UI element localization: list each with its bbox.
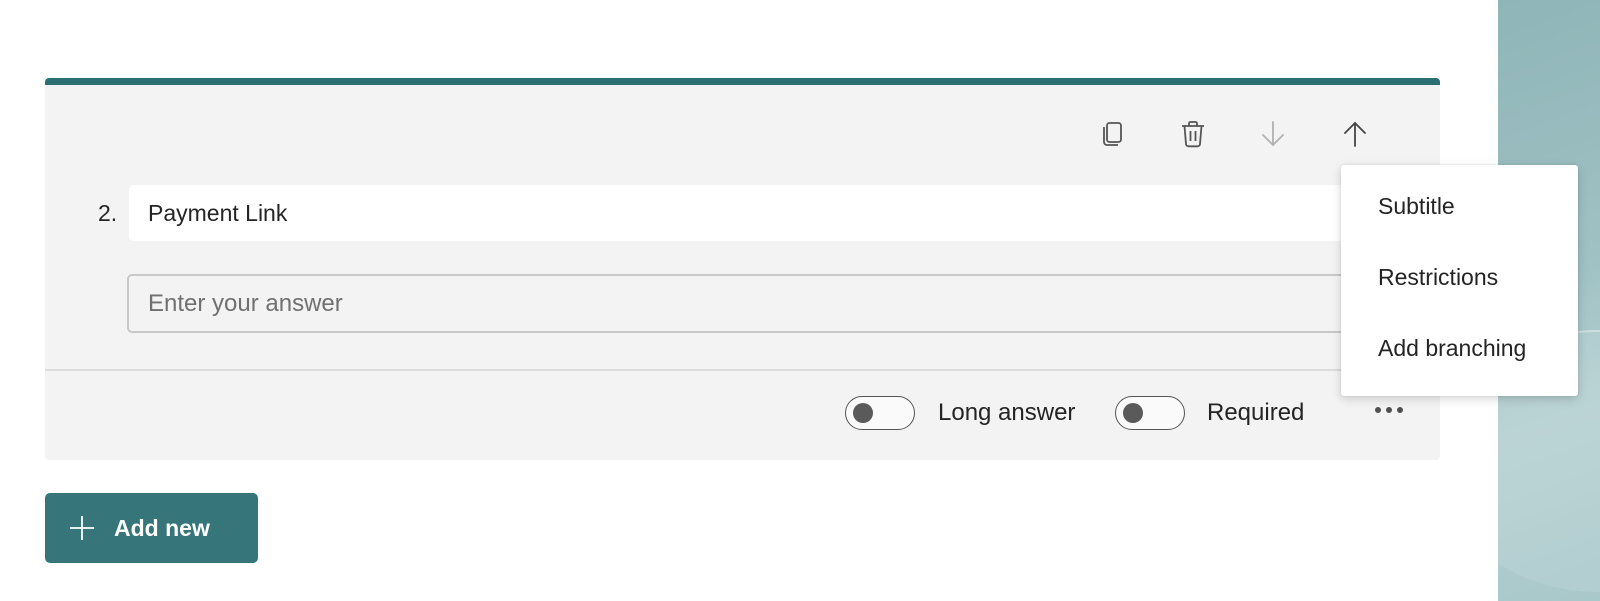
card-accent-bar [45, 78, 1440, 85]
delete-icon [1182, 121, 1204, 148]
toggle-knob [853, 403, 873, 423]
move-down-button[interactable] [1253, 114, 1293, 154]
copy-button[interactable] [1093, 114, 1133, 154]
question-number: 2. [98, 200, 118, 226]
menu-item-restrictions[interactable]: Restrictions [1341, 247, 1578, 307]
more-options-menu: Subtitle Restrictions Add branching [1341, 165, 1578, 396]
required-toggle[interactable] [1115, 396, 1185, 430]
move-up-icon [1344, 121, 1366, 147]
delete-button[interactable] [1173, 114, 1213, 154]
required-label: Required [1207, 399, 1305, 426]
menu-item-subtitle[interactable]: Subtitle [1341, 176, 1578, 236]
toggle-knob [1123, 403, 1143, 423]
more-options-button[interactable] [1369, 390, 1409, 430]
menu-item-add-branching[interactable]: Add branching [1341, 318, 1578, 378]
card-divider [45, 369, 1440, 371]
question-card[interactable]: 2. Payment Link Enter your answer Long a… [45, 78, 1440, 460]
plus-icon [70, 516, 94, 540]
long-answer-toggle[interactable] [845, 396, 915, 430]
add-new-label: Add new [114, 514, 210, 541]
move-down-icon [1262, 121, 1284, 147]
question-title-field[interactable]: Payment Link [129, 185, 1359, 241]
add-new-button[interactable]: Add new [45, 493, 258, 563]
move-up-button[interactable] [1335, 114, 1375, 154]
copy-icon [1103, 122, 1122, 146]
long-answer-label: Long answer [938, 399, 1076, 426]
more-icon [1375, 407, 1403, 413]
answer-input[interactable]: Enter your answer [127, 274, 1359, 333]
